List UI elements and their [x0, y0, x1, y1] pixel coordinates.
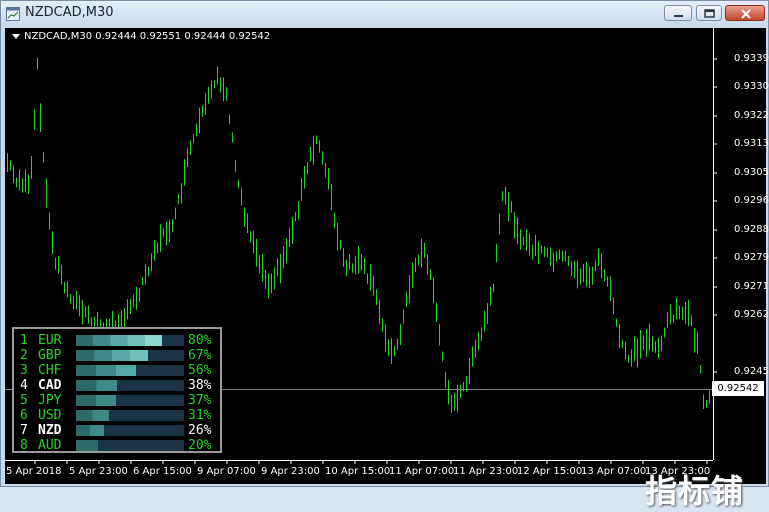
current-price-label: 0.92542: [712, 381, 764, 396]
strength-bar-track: [76, 440, 184, 451]
close-icon: [741, 9, 751, 19]
time-axis-label: 9 Apr 23:00: [261, 466, 320, 477]
close-button[interactable]: [725, 5, 765, 21]
strength-row-jpy: 5 JPY 37%: [14, 393, 220, 408]
minimize-button[interactable]: [664, 5, 692, 21]
time-axis-label: 5 Apr 23:00: [69, 466, 128, 477]
terminal-window: NZDCAD,M30 NZDCAD,M30 0.92444 0.92551 0.…: [0, 0, 769, 510]
title-bar[interactable]: NZDCAD,M30: [1, 1, 768, 27]
time-axis-label: 13 Apr 07:00: [581, 466, 647, 477]
price-axis-label: 0.93050: [734, 167, 769, 178]
strength-bar-track: [76, 380, 184, 391]
strength-currency-code: EUR: [38, 333, 62, 348]
strength-percent: 67%: [188, 348, 212, 363]
strength-currency-code: JPY: [38, 393, 62, 408]
strength-currency-code: CHF: [38, 363, 62, 378]
strength-percent: 56%: [188, 363, 212, 378]
price-axis-label: 0.92795: [734, 252, 769, 263]
strength-bar-fill: [76, 350, 148, 361]
strength-percent: 20%: [188, 438, 212, 453]
strength-rank: 4: [20, 378, 28, 393]
currency-strength-panel: 1 EUR 80% 2 GBP 67% 3 CHF 56% 4 CAD 38% 5 JPY 37% 6 USD 3…: [12, 327, 222, 453]
strength-percent: 37%: [188, 393, 212, 408]
maximize-button[interactable]: [696, 5, 722, 21]
time-axis-label: 9 Apr 07:00: [197, 466, 256, 477]
strength-bar-track: [76, 335, 184, 346]
strength-bar-fill: [76, 380, 117, 391]
strength-row-nzd: 7 NZD 26%: [14, 423, 220, 438]
watermark-logo: 指标铺: [645, 472, 745, 510]
strength-bar-fill: [76, 395, 116, 406]
chart-symbol-ohlc: NZDCAD,M30 0.92444 0.92551 0.92444 0.925…: [24, 31, 271, 42]
strength-rank: 7: [20, 423, 28, 438]
strength-bar-fill: [76, 410, 109, 421]
price-axis-label: 0.93305: [734, 81, 769, 92]
price-axis-label: 0.93135: [734, 138, 769, 149]
strength-rank: 3: [20, 363, 28, 378]
strength-row-chf: 3 CHF 56%: [14, 363, 220, 378]
strength-currency-code: GBP: [38, 348, 62, 363]
strength-percent: 31%: [188, 408, 212, 423]
restore-icon: [704, 9, 715, 18]
price-axis-label: 0.92965: [734, 195, 769, 206]
strength-row-cad: 4 CAD 38%: [14, 378, 220, 393]
strength-bar-track: [76, 410, 184, 421]
time-axis-label: 6 Apr 15:00: [133, 466, 192, 477]
strength-bar-track: [76, 395, 184, 406]
strength-bar-track: [76, 365, 184, 376]
strength-rank: 8: [20, 438, 28, 453]
time-axis-label: 12 Apr 15:00: [517, 466, 583, 477]
chart-window-icon: [6, 7, 20, 21]
strength-currency-code: CAD: [38, 378, 62, 393]
strength-percent: 26%: [188, 423, 212, 438]
price-chart[interactable]: NZDCAD,M30 0.92444 0.92551 0.92444 0.925…: [5, 28, 769, 510]
minimize-icon: [674, 15, 683, 17]
strength-row-eur: 1 EUR 80%: [14, 333, 220, 348]
strength-currency-code: AUD: [38, 438, 62, 453]
time-axis-label: 11 Apr 23:00: [453, 466, 519, 477]
price-axis-label: 0.93390: [734, 53, 769, 64]
strength-currency-code: NZD: [38, 423, 62, 438]
time-axis-label: 5 Apr 2018: [6, 466, 62, 477]
strength-percent: 38%: [188, 378, 212, 393]
strength-bar-fill: [76, 335, 162, 346]
price-axis-label: 0.92710: [734, 281, 769, 292]
strength-bar-track: [76, 425, 184, 436]
strength-row-usd: 6 USD 31%: [14, 408, 220, 423]
dropdown-arrow-icon[interactable]: [12, 33, 20, 39]
price-axis-label: 0.92625: [734, 309, 769, 320]
strength-bar-track: [76, 350, 184, 361]
strength-percent: 80%: [188, 333, 212, 348]
time-axis-label: 10 Apr 15:00: [325, 466, 391, 477]
window-title: NZDCAD,M30: [25, 5, 114, 20]
price-axis-label: 0.93220: [734, 110, 769, 121]
strength-row-gbp: 2 GBP 67%: [14, 348, 220, 363]
strength-rank: 2: [20, 348, 28, 363]
strength-bar-fill: [76, 365, 136, 376]
price-axis-label: 0.92455: [734, 366, 769, 377]
chart-header: NZDCAD,M30 0.92444 0.92551 0.92444 0.925…: [12, 31, 270, 42]
strength-rank: 1: [20, 333, 28, 348]
time-axis-label: 11 Apr 07:00: [389, 466, 455, 477]
price-axis-label: 0.92880: [734, 224, 769, 235]
strength-bar-fill: [76, 440, 98, 451]
strength-rank: 5: [20, 393, 28, 408]
strength-bar-fill: [76, 425, 104, 436]
strength-currency-code: USD: [38, 408, 62, 423]
strength-row-aud: 8 AUD 20%: [14, 438, 220, 453]
strength-rank: 6: [20, 408, 28, 423]
